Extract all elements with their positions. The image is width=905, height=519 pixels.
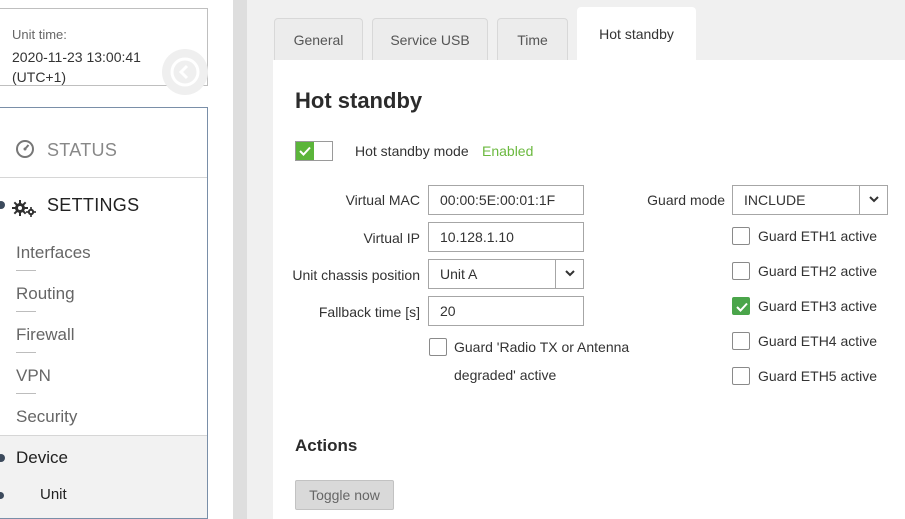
guard-eth4-label: Guard ETH4 active xyxy=(758,333,878,349)
guard-eth3-label: Guard ETH3 active xyxy=(758,298,878,314)
sidebar-nav: STATUS SETTINGS Interfaces Routing Firew… xyxy=(0,107,208,519)
nav-divider xyxy=(16,352,36,353)
guard-mode-dropdown-button[interactable] xyxy=(859,186,887,214)
nav-item-device[interactable]: Device xyxy=(16,448,68,468)
nav-item-security[interactable]: Security xyxy=(16,407,77,427)
guard-eth5-label: Guard ETH5 active xyxy=(758,368,878,384)
chassis-position-label: Unit chassis position xyxy=(292,267,420,283)
guard-radio-label-line1: Guard 'Radio TX or Antenna xyxy=(454,339,630,355)
unit-time-panel: Unit time: 2020-11-23 13:00:41 (UTC+1) xyxy=(0,8,208,95)
chevron-down-icon xyxy=(869,196,879,203)
collapse-sidebar-button[interactable] xyxy=(162,49,208,95)
chevron-left-icon xyxy=(170,57,200,87)
chassis-dropdown-button[interactable] xyxy=(555,260,583,288)
chevron-down-icon xyxy=(565,270,575,277)
guard-mode-label: Guard mode xyxy=(647,192,725,208)
toggle-now-button[interactable]: Toggle now xyxy=(295,480,394,510)
unit-time-timezone: (UTC+1) xyxy=(12,69,67,85)
guard-eth1-label: Guard ETH1 active xyxy=(758,228,878,244)
tab-general[interactable]: General xyxy=(274,18,363,60)
nav-item-interfaces[interactable]: Interfaces xyxy=(16,243,91,263)
checkmark-icon xyxy=(736,302,748,312)
chassis-position-value: Unit A xyxy=(440,266,478,282)
nav-bullet xyxy=(0,201,5,209)
tab-hot-standby[interactable]: Hot standby xyxy=(577,7,696,60)
nav-settings-label[interactable]: SETTINGS xyxy=(47,195,139,216)
unit-time-date: 2020-11-23 13:00:41 xyxy=(12,49,141,65)
nav-status[interactable]: STATUS xyxy=(0,108,207,178)
hot-standby-mode-toggle[interactable] xyxy=(295,141,333,161)
gears-icon[interactable] xyxy=(12,196,38,218)
main-content: General Service USB Time Hot standby Hot… xyxy=(247,0,905,519)
nav-divider xyxy=(16,311,36,312)
tab-service-usb[interactable]: Service USB xyxy=(372,18,488,60)
hot-standby-panel: Hot standby Hot standby mode Enabled Vir… xyxy=(273,60,905,519)
unit-time-value: 2020-11-23 13:00:41 (UTC+1) xyxy=(12,47,141,87)
tab-time[interactable]: Time xyxy=(497,18,568,60)
nav-item-unit[interactable]: Unit xyxy=(40,486,67,503)
guard-eth1-checkbox[interactable] xyxy=(732,227,750,245)
nav-item-firewall[interactable]: Firewall xyxy=(16,325,75,345)
virtual-ip-label: Virtual IP xyxy=(363,230,420,246)
nav-item-routing[interactable]: Routing xyxy=(16,284,75,304)
gauge-icon xyxy=(16,140,34,158)
chassis-position-select[interactable]: Unit A xyxy=(428,259,584,289)
fallback-time-label: Fallback time [s] xyxy=(318,304,420,320)
actions-title: Actions xyxy=(295,436,358,455)
hot-standby-mode-state: Enabled xyxy=(482,143,534,159)
guard-radio-label-line2: degraded' active xyxy=(454,367,557,383)
sidebar-splitter[interactable] xyxy=(233,0,247,519)
virtual-mac-input[interactable]: 00:00:5E:00:01:1F xyxy=(428,185,584,215)
guard-radio-checkbox[interactable] xyxy=(429,338,447,356)
page-title: Hot standby xyxy=(295,88,423,113)
virtual-ip-input[interactable]: 10.128.1.10 xyxy=(428,222,584,252)
hot-standby-mode-label: Hot standby mode xyxy=(355,143,469,159)
nav-bullet xyxy=(0,454,5,462)
nav-divider xyxy=(16,270,36,271)
nav-bullet xyxy=(0,492,4,499)
guard-mode-select[interactable]: INCLUDE xyxy=(732,185,888,215)
guard-eth2-checkbox[interactable] xyxy=(732,262,750,280)
guard-eth2-label: Guard ETH2 active xyxy=(758,263,878,279)
toggle-knob xyxy=(296,142,314,160)
virtual-mac-label: Virtual MAC xyxy=(345,192,420,208)
guard-eth5-checkbox[interactable] xyxy=(732,367,750,385)
fallback-time-input[interactable]: 20 xyxy=(428,296,584,326)
guard-eth3-checkbox[interactable] xyxy=(732,297,750,315)
guard-eth4-checkbox[interactable] xyxy=(732,332,750,350)
nav-settings: SETTINGS Interfaces Routing Firewall VPN… xyxy=(0,178,207,436)
guard-mode-value: INCLUDE xyxy=(744,192,806,208)
checkmark-icon xyxy=(299,146,311,156)
nav-divider xyxy=(16,393,36,394)
unit-time-label: Unit time: xyxy=(12,27,67,42)
nav-status-label: STATUS xyxy=(47,140,118,160)
nav-item-vpn[interactable]: VPN xyxy=(16,366,51,386)
